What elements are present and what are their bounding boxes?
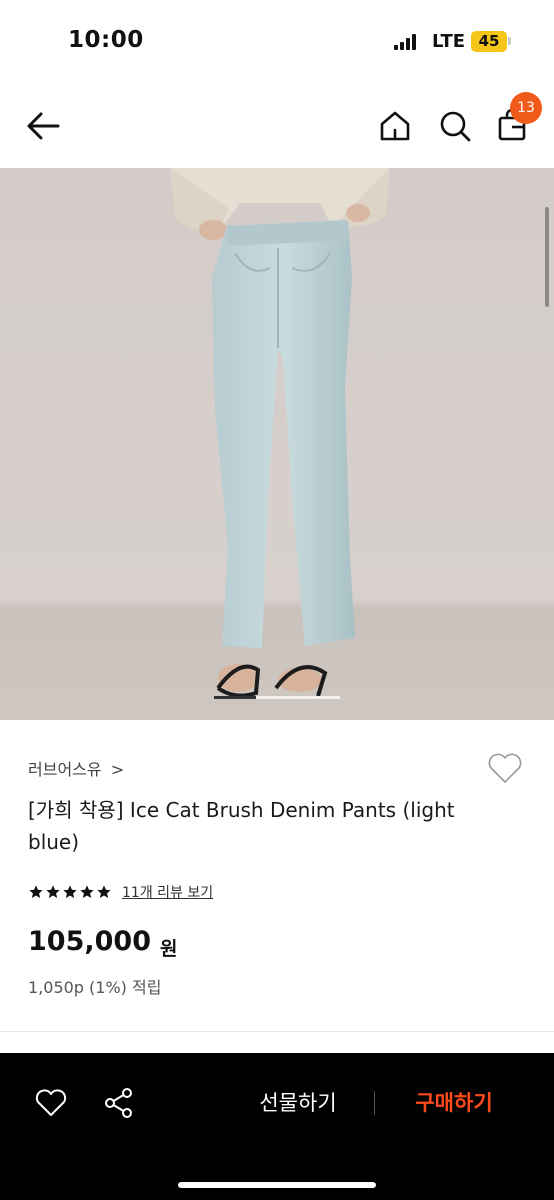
star-icon bbox=[80, 885, 94, 898]
buy-button[interactable]: 구매하기 bbox=[392, 1083, 516, 1123]
star-icon bbox=[97, 885, 111, 898]
divider bbox=[0, 1031, 554, 1032]
cart-count-badge[interactable]: 13 bbox=[510, 92, 542, 124]
points-info: 1,050p (1%) 적립 bbox=[28, 978, 162, 997]
status-bar: 10:00 LTE 45 bbox=[0, 0, 554, 84]
share-icon[interactable] bbox=[102, 1086, 136, 1120]
heart-icon[interactable] bbox=[486, 750, 524, 786]
battery-tip bbox=[508, 37, 511, 45]
network-type: LTE bbox=[432, 31, 466, 52]
battery-icon: 45 bbox=[471, 31, 507, 52]
action-divider bbox=[374, 1091, 375, 1115]
star-icon bbox=[29, 885, 43, 898]
brand-link[interactable]: 러브어스유 > bbox=[28, 756, 124, 780]
product-title: [가희 착용] Ice Cat Brush Denim Pants (light… bbox=[28, 798, 455, 854]
home-indicator[interactable] bbox=[178, 1182, 376, 1188]
signal-icon bbox=[394, 34, 420, 50]
rating-row: 11개 리뷰 보기 bbox=[28, 881, 213, 903]
scrollbar[interactable] bbox=[545, 207, 549, 307]
brand-name: 러브어스유 bbox=[28, 760, 102, 779]
rating-stars bbox=[28, 884, 112, 900]
price-unit: 원 bbox=[160, 938, 178, 960]
star-icon bbox=[63, 885, 77, 898]
gift-button[interactable]: 선물하기 bbox=[236, 1083, 360, 1123]
review-link[interactable]: 11개 리뷰 보기 bbox=[122, 882, 213, 902]
bottom-action-bar bbox=[0, 1053, 554, 1200]
home-icon[interactable] bbox=[376, 106, 414, 146]
search-icon[interactable] bbox=[436, 106, 474, 146]
arrow-left-icon[interactable] bbox=[22, 106, 64, 146]
status-time: 10:00 bbox=[68, 27, 144, 53]
price: 105,000 bbox=[28, 926, 151, 957]
heart-icon[interactable] bbox=[34, 1087, 68, 1119]
nav-bar bbox=[0, 84, 554, 168]
chevron-right-icon: > bbox=[110, 760, 125, 779]
star-icon bbox=[46, 885, 60, 898]
carousel-indicator-active bbox=[214, 696, 256, 699]
product-image[interactable] bbox=[0, 168, 554, 720]
